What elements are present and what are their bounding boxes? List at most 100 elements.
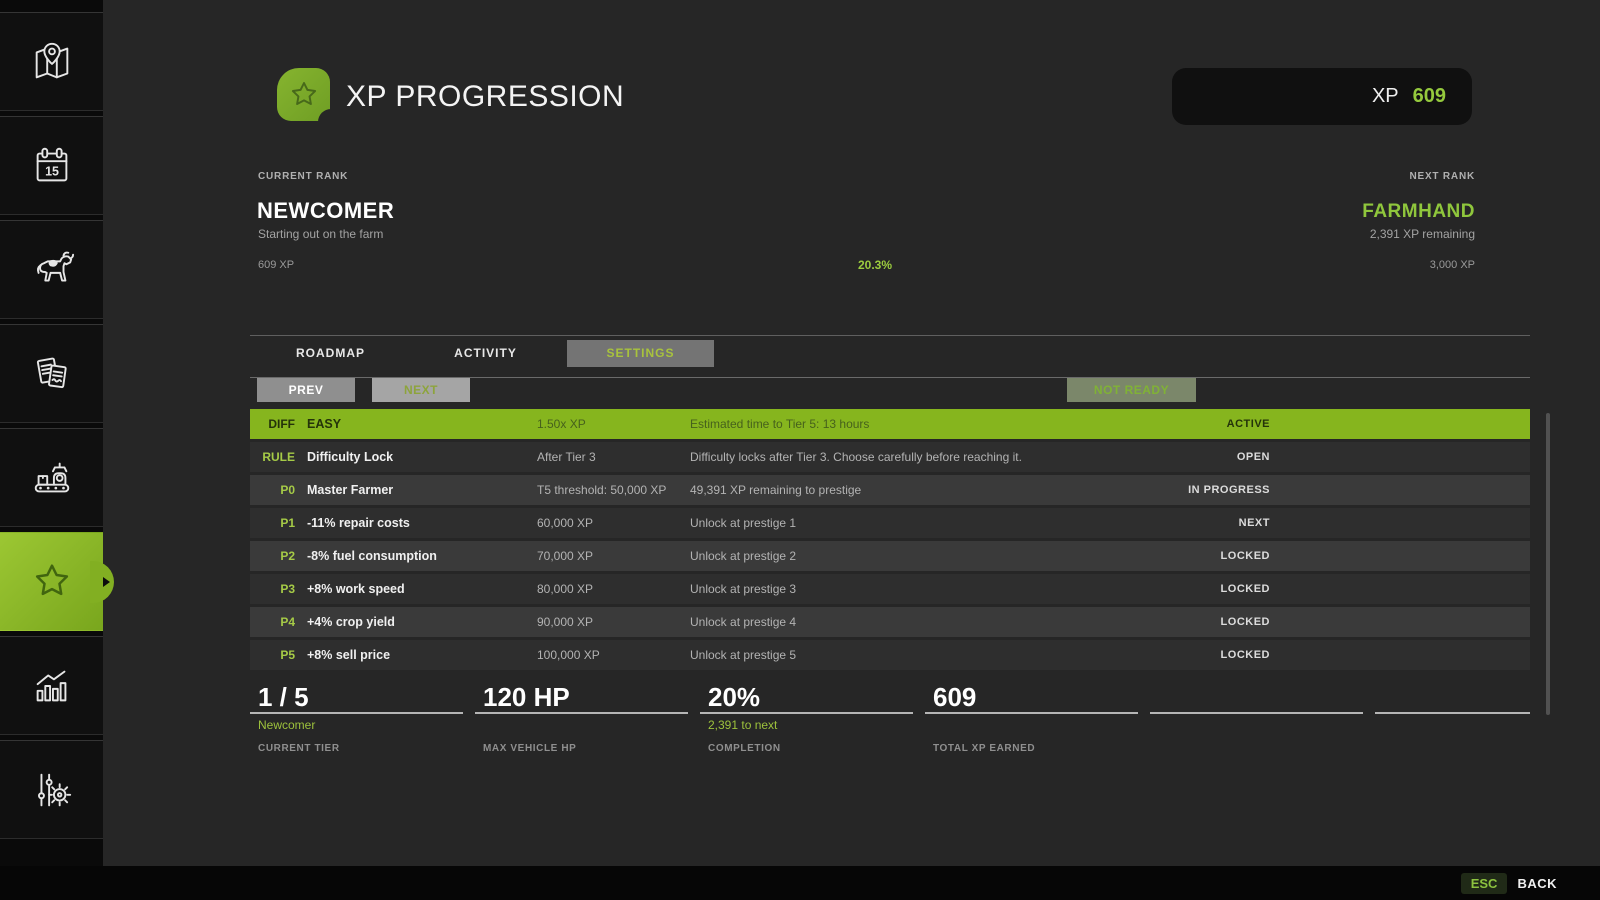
sidebar-item-statistics[interactable] <box>0 636 103 735</box>
row-name: -8% fuel consumption <box>307 549 527 563</box>
stat-subtext <box>925 718 1138 733</box>
stat-label: CURRENT TIER <box>250 743 463 754</box>
sidebar-item-map[interactable] <box>0 12 103 111</box>
stat-subtext <box>475 718 688 733</box>
stat-empty-column <box>1375 682 1530 754</box>
next-button[interactable]: NEXT <box>372 378 470 402</box>
row-code: RULE <box>250 450 295 464</box>
row-name: EASY <box>307 417 527 431</box>
row-name: +4% crop yield <box>307 615 527 629</box>
row-description: Unlock at prestige 3 <box>690 582 1150 596</box>
active-tab-bump <box>90 561 114 603</box>
row-code: P0 <box>250 483 295 497</box>
row-value: 1.50x XP <box>537 417 680 431</box>
row-name: -11% repair costs <box>307 516 527 530</box>
row-description: Unlock at prestige 2 <box>690 549 1150 563</box>
next-xp-value: 3,000 XP <box>1430 259 1475 271</box>
row-value: 70,000 XP <box>537 549 680 563</box>
stat-max-vehicle-hp: 120 HP MAX VEHICLE HP <box>475 682 688 754</box>
page-icon-badge <box>277 68 330 121</box>
table-row-p2[interactable]: P2 -8% fuel consumption 70,000 XP Unlock… <box>250 541 1530 571</box>
table-row-rule[interactable]: RULE Difficulty Lock After Tier 3 Diffic… <box>250 442 1530 472</box>
tab-settings[interactable]: SETTINGS <box>567 340 714 367</box>
stat-subtext: 2,391 to next <box>700 718 913 733</box>
row-value: 60,000 XP <box>537 516 680 530</box>
back-button[interactable]: BACK <box>1517 876 1557 891</box>
xp-star-icon <box>29 559 75 605</box>
stat-value: 609 <box>925 682 1138 714</box>
table-row-p4[interactable]: P4 +4% crop yield 90,000 XP Unlock at pr… <box>250 607 1530 637</box>
table-row-p0[interactable]: P0 Master Farmer T5 threshold: 50,000 XP… <box>250 475 1530 505</box>
stat-subtext: Newcomer <box>250 718 463 733</box>
sidebar-item-settings[interactable] <box>0 740 103 839</box>
row-code: P4 <box>250 615 295 629</box>
row-description: Difficulty locks after Tier 3. Choose ca… <box>690 450 1150 464</box>
row-status: ACTIVE <box>1150 418 1270 430</box>
stat-empty-column <box>1150 682 1363 754</box>
current-rank-description: Starting out on the farm <box>258 227 383 241</box>
row-status: LOCKED <box>1150 550 1270 562</box>
sidebar-item-xp[interactable] <box>0 532 103 631</box>
stat-current-tier: 1 / 5 Newcomer CURRENT TIER <box>250 682 463 754</box>
stat-completion: 20% 2,391 to next COMPLETION <box>700 682 913 754</box>
esc-key-button[interactable]: ESC <box>1461 873 1508 894</box>
row-status: OPEN <box>1150 451 1270 463</box>
table-row-difficulty[interactable]: DIFF EASY 1.50x XP Estimated time to Tie… <box>250 409 1530 439</box>
not-ready-button[interactable]: NOT READY <box>1067 378 1196 402</box>
sidebar-item-contracts[interactable] <box>0 324 103 423</box>
xp-label: XP <box>1372 85 1399 108</box>
row-description: Unlock at prestige 4 <box>690 615 1150 629</box>
stat-label: COMPLETION <box>700 743 913 754</box>
row-name: Master Farmer <box>307 483 527 497</box>
row-status: LOCKED <box>1150 616 1270 628</box>
current-rank-name: NEWCOMER <box>257 198 394 224</box>
next-rank-label: NEXT RANK <box>1409 171 1475 182</box>
summary-stats: 1 / 5 Newcomer CURRENT TIER 120 HP MAX V… <box>250 682 1530 754</box>
row-value: 100,000 XP <box>537 648 680 662</box>
row-value: T5 threshold: 50,000 XP <box>537 483 680 497</box>
stat-value: 20% <box>700 682 913 714</box>
progress-percent: 20.3% <box>815 258 935 272</box>
production-icon <box>29 455 75 501</box>
row-status: NEXT <box>1150 517 1270 529</box>
sidebar-item-production[interactable] <box>0 428 103 527</box>
table-row-p3[interactable]: P3 +8% work speed 80,000 XP Unlock at pr… <box>250 574 1530 604</box>
table-row-p5[interactable]: P5 +8% sell price 100,000 XP Unlock at p… <box>250 640 1530 670</box>
tab-roadmap[interactable]: ROADMAP <box>257 340 404 367</box>
current-rank-label: CURRENT RANK <box>258 171 348 182</box>
prev-button[interactable]: PREV <box>257 378 355 402</box>
sidebar: 15 <box>0 0 103 900</box>
next-rank-name: FARMHAND <box>1362 201 1475 223</box>
row-value: After Tier 3 <box>537 450 680 464</box>
next-rank-remaining: 2,391 XP remaining <box>1370 227 1475 241</box>
row-description: Unlock at prestige 1 <box>690 516 1150 530</box>
sidebar-item-animals[interactable] <box>0 220 103 319</box>
table-scrollbar[interactable] <box>1546 413 1550 715</box>
progression-table: DIFF EASY 1.50x XP Estimated time to Tie… <box>250 409 1530 673</box>
row-code: P1 <box>250 516 295 530</box>
row-code: DIFF <box>250 417 295 431</box>
tab-activity[interactable]: ACTIVITY <box>412 340 559 367</box>
row-status: LOCKED <box>1150 583 1270 595</box>
sidebar-item-calendar[interactable]: 15 <box>0 116 103 215</box>
table-row-p1[interactable]: P1 -11% repair costs 60,000 XP Unlock at… <box>250 508 1530 538</box>
row-name: +8% sell price <box>307 648 527 662</box>
row-description: Estimated time to Tier 5: 13 hours <box>690 417 1150 431</box>
row-name: +8% work speed <box>307 582 527 596</box>
row-description: 49,391 XP remaining to prestige <box>690 483 1150 497</box>
stat-label: TOTAL XP EARNED <box>925 743 1138 754</box>
current-xp-value: 609 XP <box>258 259 294 271</box>
row-code: P5 <box>250 648 295 662</box>
row-code: P3 <box>250 582 295 596</box>
stat-total-xp: 609 TOTAL XP EARNED <box>925 682 1138 754</box>
row-value: 80,000 XP <box>537 582 680 596</box>
calendar-icon: 15 <box>29 143 75 189</box>
statistics-icon <box>29 663 75 709</box>
map-icon <box>29 39 75 85</box>
stat-label: MAX VEHICLE HP <box>475 743 688 754</box>
row-value: 90,000 XP <box>537 615 680 629</box>
row-code: P2 <box>250 549 295 563</box>
stat-value: 1 / 5 <box>250 682 463 714</box>
row-status: LOCKED <box>1150 649 1270 661</box>
active-tab-pointer-icon <box>103 577 110 587</box>
